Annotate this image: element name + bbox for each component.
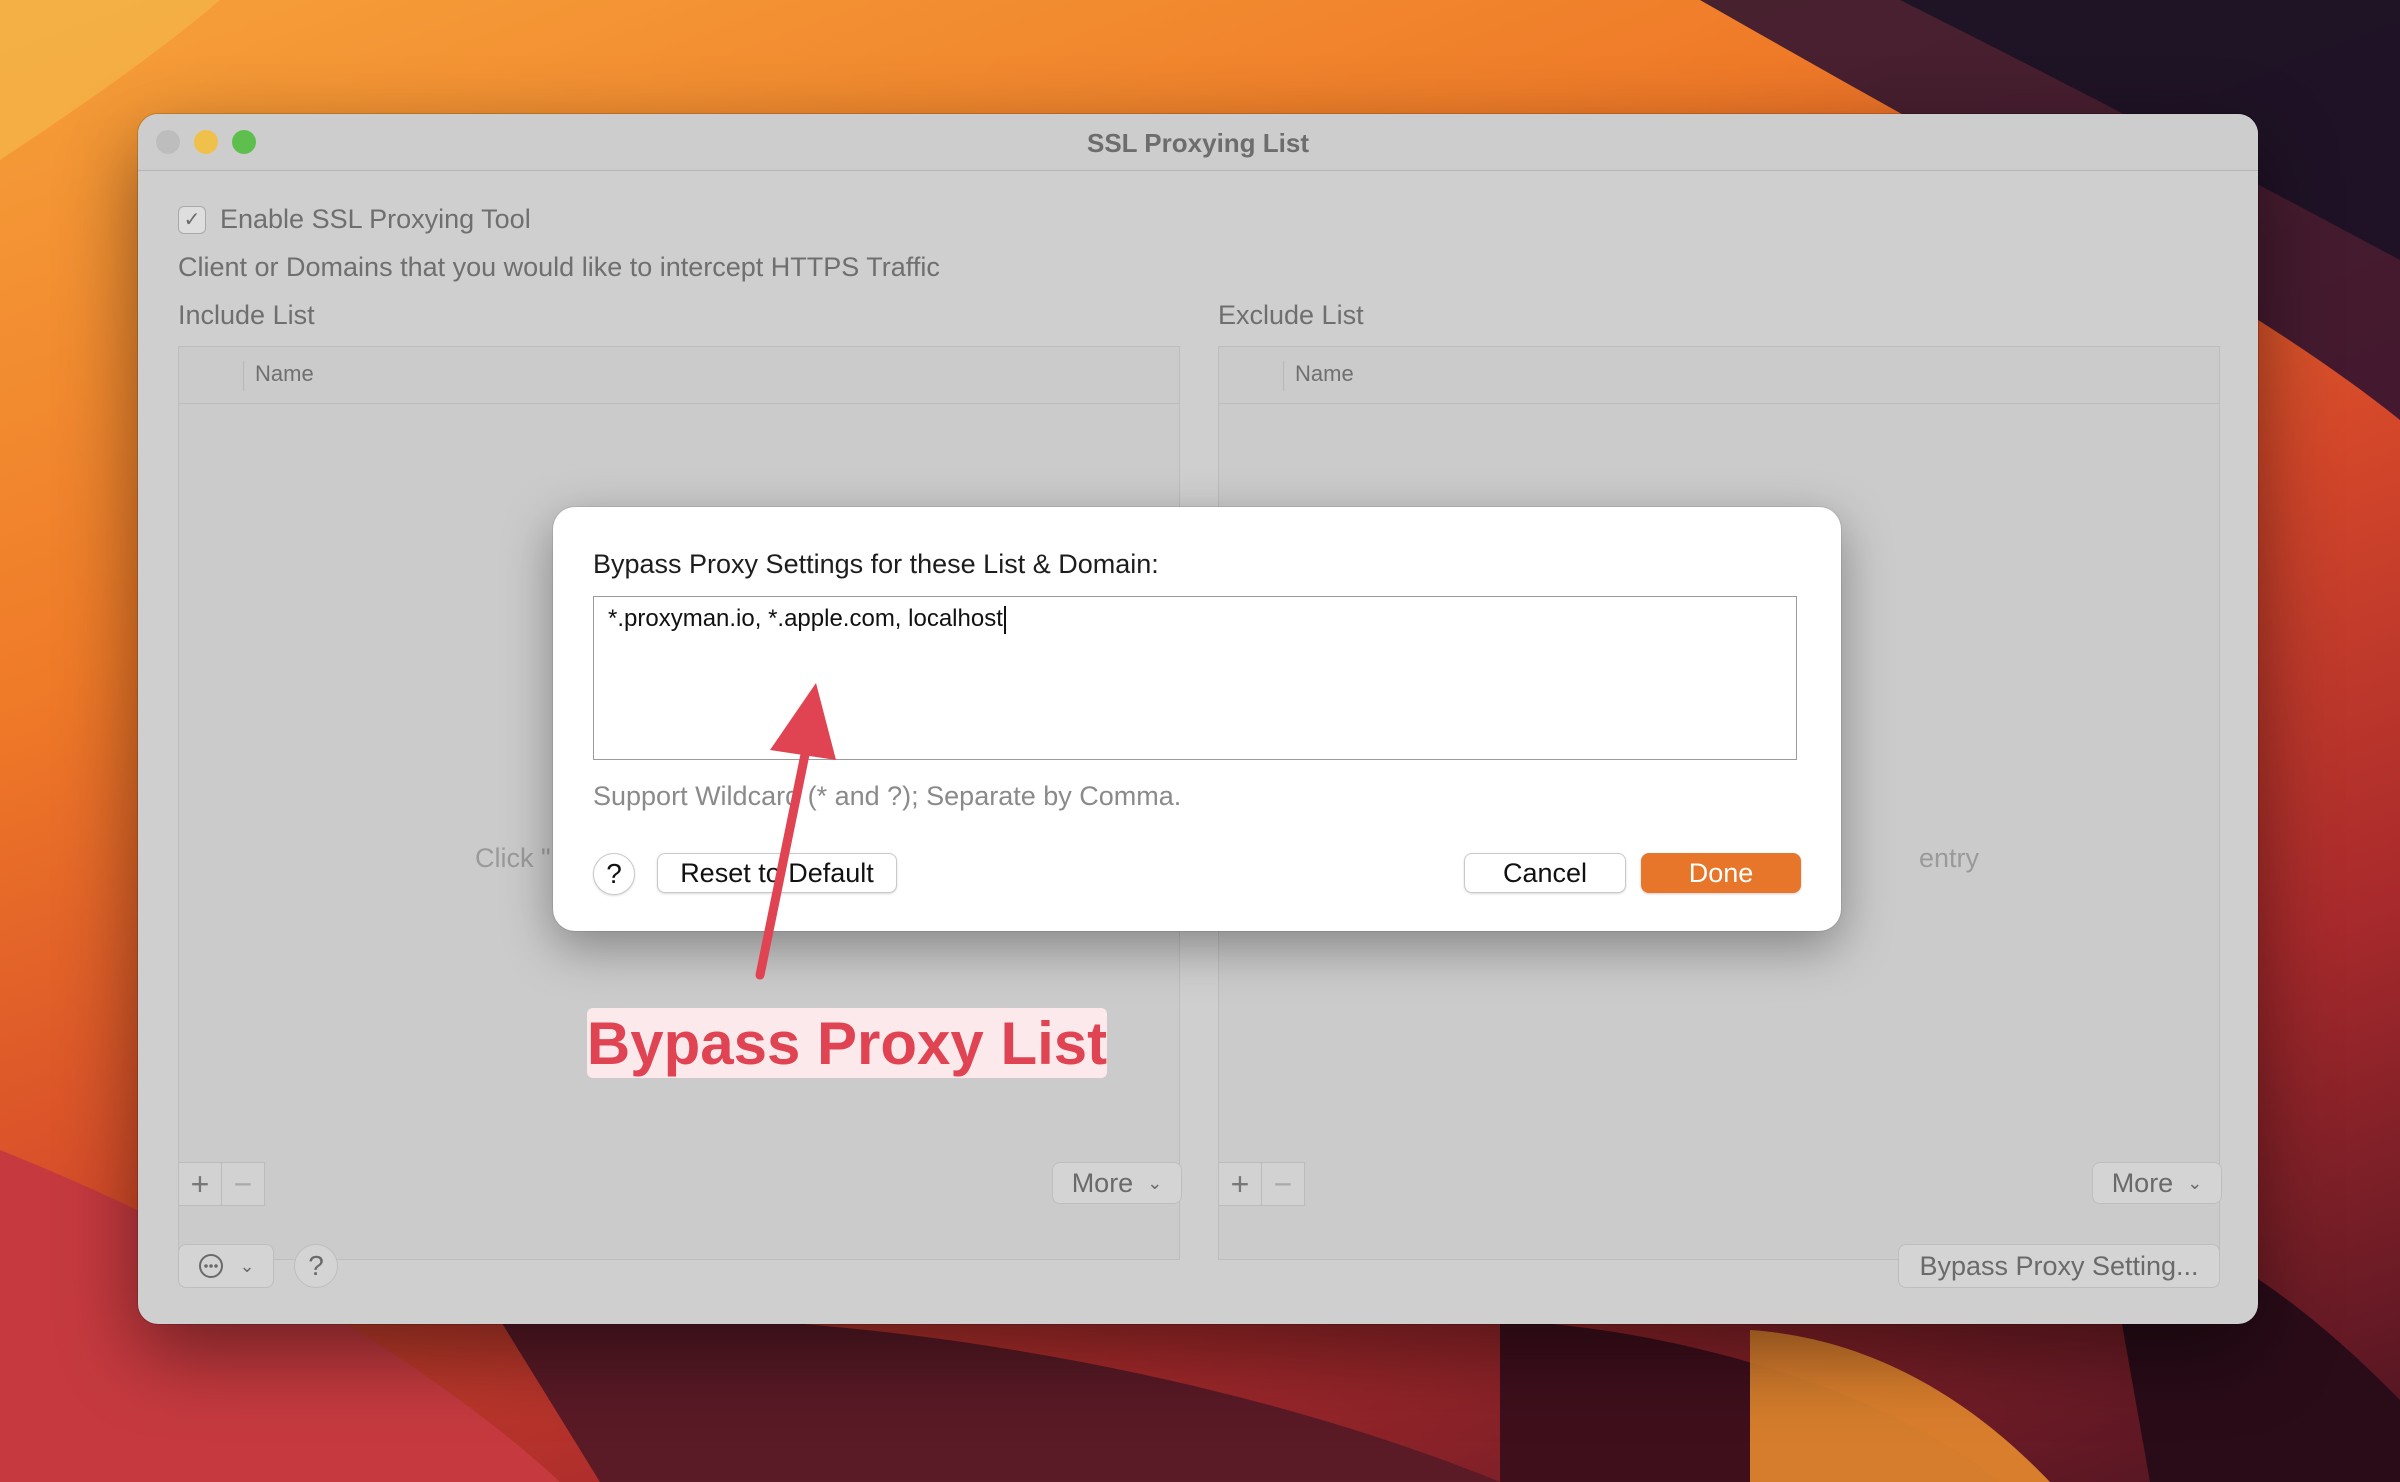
- minus-icon: −: [233, 1165, 253, 1202]
- more-actions-menu-button[interactable]: ⌄: [178, 1244, 274, 1288]
- dialog-help-label: ?: [606, 858, 622, 889]
- include-table-header: Name: [179, 347, 1179, 404]
- include-list-label: Include List: [178, 300, 315, 330]
- plus-icon: +: [190, 1165, 210, 1202]
- done-button[interactable]: Done: [1641, 853, 1801, 893]
- chevron-down-icon: ⌄: [1147, 1172, 1163, 1193]
- help-label: ?: [308, 1250, 324, 1281]
- include-remove-button[interactable]: −: [221, 1162, 265, 1206]
- reset-to-default-button[interactable]: Reset to Default: [657, 853, 897, 893]
- exclude-list-label: Exclude List: [1218, 300, 1364, 330]
- checkmark-icon: ✓: [183, 209, 201, 231]
- dialog-title: Bypass Proxy Settings for these List & D…: [593, 549, 1159, 579]
- enable-ssl-label[interactable]: Enable SSL Proxying Tool: [220, 204, 531, 235]
- plus-icon: +: [1230, 1165, 1250, 1202]
- chevron-down-icon: ⌄: [2187, 1172, 2203, 1193]
- bypass-proxy-dialog: Bypass Proxy Settings for these List & D…: [553, 507, 1841, 931]
- ellipsis-circle-icon: [199, 1254, 224, 1278]
- exclude-more-button[interactable]: More ⌄: [2092, 1162, 2222, 1204]
- bypass-proxy-setting-button[interactable]: Bypass Proxy Setting...: [1898, 1244, 2220, 1288]
- bypass-domains-value: *.proxyman.io, *.apple.com, localhost: [608, 605, 1003, 632]
- include-add-button[interactable]: +: [178, 1162, 222, 1206]
- dialog-help-button[interactable]: ?: [593, 853, 635, 895]
- include-empty-hint: Click ": [475, 843, 551, 873]
- chevron-down-icon: ⌄: [239, 1255, 255, 1276]
- column-separator: [243, 361, 244, 391]
- cancel-button[interactable]: Cancel: [1464, 853, 1626, 893]
- help-button[interactable]: ?: [294, 1244, 338, 1288]
- minus-icon: −: [1273, 1165, 1293, 1202]
- enable-ssl-checkbox[interactable]: ✓: [178, 205, 206, 234]
- column-separator: [1283, 361, 1284, 391]
- exclude-table-header: Name: [1219, 347, 2219, 404]
- exclude-empty-hint: entry: [1919, 843, 1980, 873]
- settings-description: Client or Domains that you would like to…: [178, 252, 940, 282]
- include-name-column-header[interactable]: Name: [255, 361, 314, 387]
- title-bar: SSL Proxying List: [138, 114, 2258, 171]
- bypass-domains-textarea[interactable]: *.proxyman.io, *.apple.com, localhost: [593, 596, 1797, 760]
- window-title: SSL Proxying List: [1086, 128, 1309, 158]
- exclude-more-label: More: [2111, 1167, 2174, 1198]
- text-caret: [1003, 605, 1006, 634]
- wildcard-hint: Support Wildcard (* and ?); Separate by …: [593, 781, 1182, 811]
- include-more-label: More: [1071, 1167, 1134, 1198]
- exclude-name-column-header[interactable]: Name: [1295, 361, 1354, 387]
- exclude-add-button[interactable]: +: [1218, 1162, 1262, 1206]
- include-more-button[interactable]: More ⌄: [1052, 1162, 1182, 1204]
- bypass-proxy-setting-label: Bypass Proxy Setting...: [1919, 1250, 2199, 1281]
- annotation-callout: Bypass Proxy List: [586, 1008, 1108, 1078]
- enable-ssl-row: ✓ Enable SSL Proxying Tool: [178, 204, 531, 235]
- exclude-remove-button[interactable]: −: [1261, 1162, 1305, 1206]
